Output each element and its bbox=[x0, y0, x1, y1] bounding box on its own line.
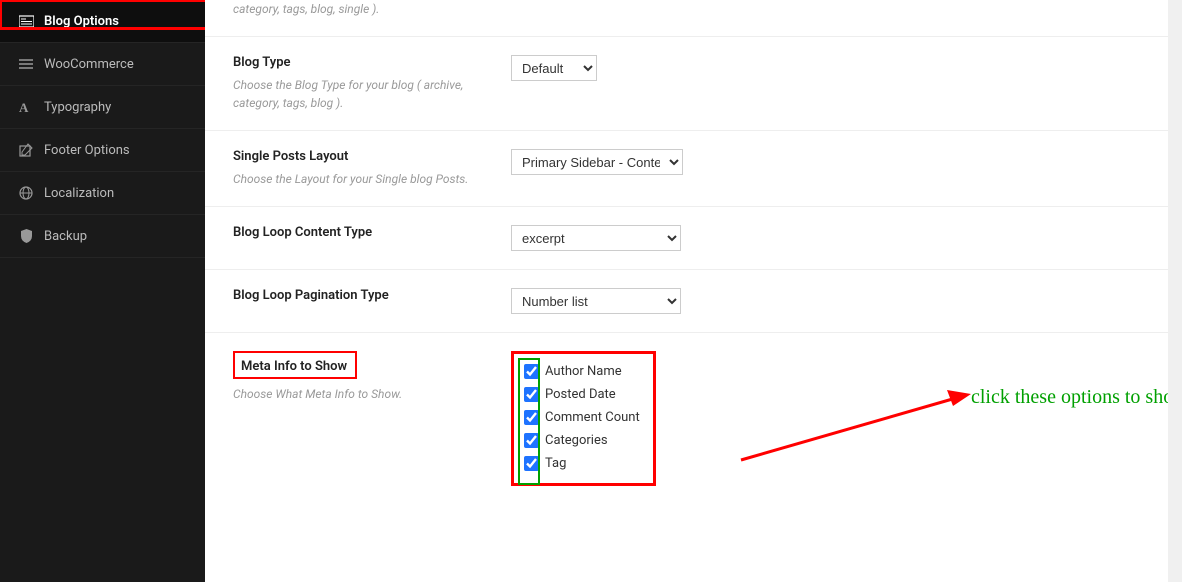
field-row-loop-content: Blog Loop Content Type excerpt bbox=[205, 207, 1182, 270]
field-label: Meta Info to Show bbox=[241, 359, 347, 374]
meta-check-comment[interactable]: Comment Count bbox=[524, 410, 643, 425]
meta-check-tag[interactable]: Tag bbox=[524, 456, 643, 471]
meta-label-highlight: Meta Info to Show bbox=[233, 351, 357, 379]
meta-check-date[interactable]: Posted Date bbox=[524, 387, 643, 402]
sidebar-item-blog-options[interactable]: Blog Options bbox=[0, 0, 205, 43]
sidebar: Blog Options WooCommerce A Typography Fo… bbox=[0, 0, 205, 582]
field-row-top: category, tags, blog, single ). bbox=[205, 0, 1182, 37]
loop-content-select[interactable]: excerpt bbox=[511, 225, 681, 251]
sidebar-item-label: Footer Options bbox=[44, 143, 130, 158]
sidebar-item-woocommerce[interactable]: WooCommerce bbox=[0, 43, 205, 86]
meta-check-author[interactable]: Author Name bbox=[524, 364, 643, 379]
field-row-single-layout: Single Posts Layout Choose the Layout fo… bbox=[205, 131, 1182, 207]
sidebar-item-typography[interactable]: A Typography bbox=[0, 86, 205, 129]
checkbox[interactable] bbox=[524, 456, 539, 471]
field-row-pagination: Blog Loop Pagination Type Number list bbox=[205, 270, 1182, 333]
single-layout-select[interactable]: Primary Sidebar - Content bbox=[511, 149, 683, 175]
globe-icon bbox=[18, 185, 34, 201]
blog-type-select[interactable]: Default bbox=[511, 55, 597, 81]
field-label: Single Posts Layout bbox=[233, 149, 491, 164]
field-label: Blog Loop Content Type bbox=[233, 225, 491, 240]
field-desc: category, tags, blog, single ). bbox=[233, 0, 491, 18]
edit-icon bbox=[18, 142, 34, 158]
pagination-select[interactable]: Number list bbox=[511, 288, 681, 314]
scrollbar[interactable] bbox=[1168, 0, 1182, 582]
field-label: Blog Loop Pagination Type bbox=[233, 288, 491, 303]
sidebar-item-label: Blog Options bbox=[44, 14, 119, 29]
field-desc: Choose What Meta Info to Show. bbox=[233, 385, 491, 403]
meta-checklist-highlight: Author Name Posted Date Comment Count bbox=[511, 351, 656, 486]
checkbox[interactable] bbox=[524, 433, 539, 448]
field-label: Blog Type bbox=[233, 55, 491, 70]
sidebar-item-localization[interactable]: Localization bbox=[0, 172, 205, 215]
checkbox[interactable] bbox=[524, 410, 539, 425]
menu-icon bbox=[18, 56, 34, 72]
sidebar-item-label: WooCommerce bbox=[44, 57, 134, 72]
font-icon: A bbox=[18, 99, 34, 115]
news-icon bbox=[18, 13, 34, 29]
sidebar-item-label: Localization bbox=[44, 186, 114, 201]
meta-check-categories[interactable]: Categories bbox=[524, 433, 643, 448]
annotation-text: click these options to show the meta bbox=[971, 386, 1182, 409]
sidebar-item-label: Typography bbox=[44, 100, 111, 115]
checkbox[interactable] bbox=[524, 364, 539, 379]
sidebar-item-footer-options[interactable]: Footer Options bbox=[0, 129, 205, 172]
field-desc: Choose the Layout for your Single blog P… bbox=[233, 170, 491, 188]
svg-text:A: A bbox=[19, 100, 29, 114]
field-desc: Choose the Blog Type for your blog ( arc… bbox=[233, 76, 491, 112]
shield-icon bbox=[18, 228, 34, 244]
main-panel: category, tags, blog, single ). Blog Typ… bbox=[205, 0, 1182, 582]
sidebar-item-label: Backup bbox=[44, 229, 87, 244]
checkbox[interactable] bbox=[524, 387, 539, 402]
field-row-meta-info: Meta Info to Show Choose What Meta Info … bbox=[205, 333, 1182, 504]
sidebar-item-backup[interactable]: Backup bbox=[0, 215, 205, 258]
field-row-blog-type: Blog Type Choose the Blog Type for your … bbox=[205, 37, 1182, 131]
